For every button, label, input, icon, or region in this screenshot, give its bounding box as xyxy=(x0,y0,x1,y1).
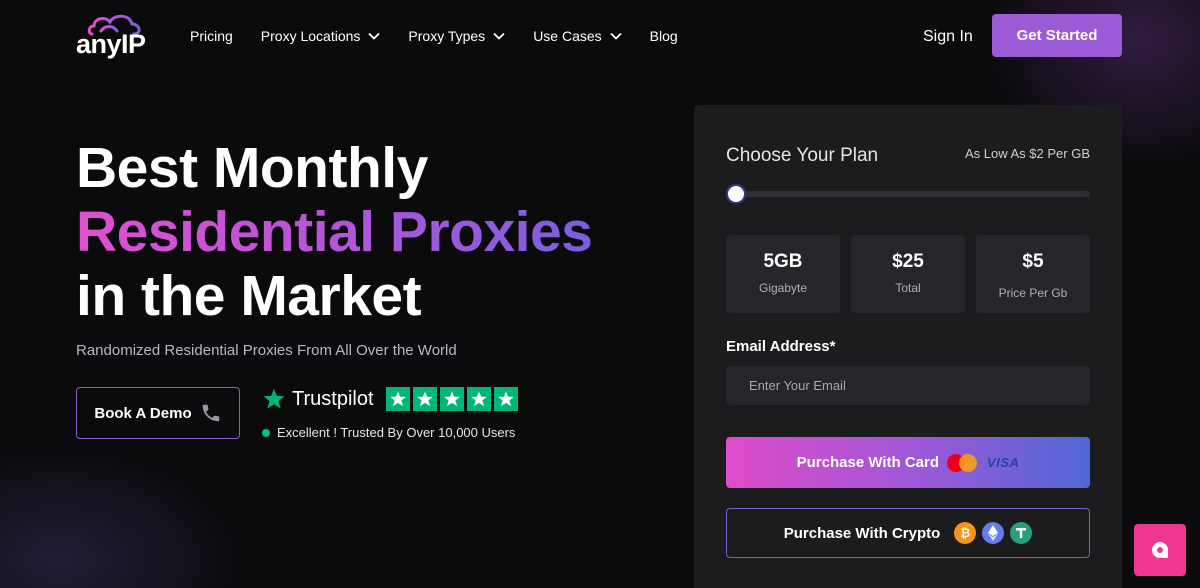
plan-stats: 5GB Gigabyte $25 Total $5 Price Per Gb xyxy=(726,235,1090,313)
chevron-down-icon xyxy=(610,32,622,40)
book-demo-label: Book A Demo xyxy=(94,404,192,422)
rating-star-icon xyxy=(493,387,518,411)
nav-item-blog[interactable]: Blog xyxy=(650,28,678,44)
sign-in-link[interactable]: Sign In xyxy=(923,28,973,46)
nav-item-proxy-locations[interactable]: Proxy Locations xyxy=(261,28,381,44)
purchase-with-card-button[interactable]: Purchase With Card VISA xyxy=(726,437,1090,488)
brand-name: anyIP xyxy=(76,29,146,59)
trust-tagline: Excellent ! Trusted By Over 10,000 Users xyxy=(262,425,515,440)
stat-total: $25 Total xyxy=(851,235,965,313)
chevron-down-icon xyxy=(493,32,505,40)
trustpilot-name: Trustpilot xyxy=(292,387,374,410)
chat-icon xyxy=(1152,542,1168,558)
rating-star-icon xyxy=(385,387,410,411)
main-nav: Pricing Proxy Locations Proxy Types Use … xyxy=(190,28,706,44)
chevron-down-icon xyxy=(368,32,381,40)
purchase-with-card-label: Purchase With Card xyxy=(796,454,940,471)
nav-item-label: Proxy Types xyxy=(408,28,486,44)
rating-star-icon xyxy=(439,387,464,411)
trustpilot-rating[interactable]: Trustpilot xyxy=(262,387,521,411)
hero-title: Best Monthly Residential Proxies in the … xyxy=(76,136,593,328)
purchase-with-crypto-label: Purchase With Crypto xyxy=(783,524,941,542)
visa-icon: VISA xyxy=(987,455,1020,470)
stat-gigabyte: 5GB Gigabyte xyxy=(726,235,840,313)
nav-item-label: Use Cases xyxy=(533,28,602,44)
email-label: Email Address* xyxy=(726,338,836,355)
stat-value: 5GB xyxy=(763,251,803,272)
email-input[interactable] xyxy=(726,366,1090,405)
chat-button[interactable] xyxy=(1134,524,1186,576)
purchase-with-crypto-button[interactable]: Purchase With Crypto ₿ xyxy=(726,508,1090,558)
stat-label: Total xyxy=(895,281,921,295)
book-demo-button[interactable]: Book A Demo xyxy=(76,387,240,439)
mastercard-icon xyxy=(947,453,978,472)
hero-title-line-2: Residential Proxies xyxy=(76,200,593,264)
rating-star-icon xyxy=(466,387,491,411)
nav-item-proxy-types[interactable]: Proxy Types xyxy=(408,28,505,44)
stat-label: Gigabyte xyxy=(758,281,808,295)
nav-item-use-cases[interactable]: Use Cases xyxy=(533,28,622,44)
plan-title: Choose Your Plan xyxy=(726,145,879,166)
brand-logo[interactable]: anyIP xyxy=(76,12,156,62)
plan-slider[interactable] xyxy=(726,184,1090,204)
trust-tagline-text: Excellent ! Trusted By Over 10,000 Users xyxy=(277,425,516,440)
stat-price-per-gb: $5 Price Per Gb xyxy=(976,235,1090,313)
plan-card: Choose Your Plan As Low As $2 Per GB 5GB… xyxy=(694,105,1122,588)
nav-item-label: Blog xyxy=(649,28,678,44)
plan-slider-thumb[interactable] xyxy=(726,184,746,204)
stat-value: $25 xyxy=(892,251,924,272)
ethereum-icon xyxy=(982,522,1005,544)
crypto-icons: ₿ xyxy=(948,522,1033,544)
hero-title-line-3: in the Market xyxy=(76,264,422,328)
nav-item-pricing[interactable]: Pricing xyxy=(190,28,233,44)
page: anyIP Pricing Proxy Locations Proxy Type… xyxy=(0,0,1200,588)
phone-icon xyxy=(202,404,219,422)
bitcoin-icon: ₿ xyxy=(954,522,977,544)
nav-item-label: Proxy Locations xyxy=(260,28,361,44)
card-icons: VISA xyxy=(947,453,1020,472)
hero-subtitle: Randomized Residential Proxies From All … xyxy=(76,342,457,359)
tether-icon xyxy=(1010,522,1033,544)
stat-value: $5 xyxy=(1022,251,1044,272)
nav-item-label: Pricing xyxy=(190,28,233,44)
trustpilot-stars xyxy=(385,387,521,411)
rating-star-icon xyxy=(412,387,437,411)
plan-price-note: As Low As $2 Per GB xyxy=(964,146,1090,161)
trustpilot-star-icon xyxy=(263,389,285,409)
get-started-button[interactable]: Get Started xyxy=(992,14,1122,57)
stat-label: Price Per Gb xyxy=(998,286,1068,300)
status-dot-icon xyxy=(262,428,270,437)
hero-title-line-1: Best Monthly xyxy=(76,136,428,200)
